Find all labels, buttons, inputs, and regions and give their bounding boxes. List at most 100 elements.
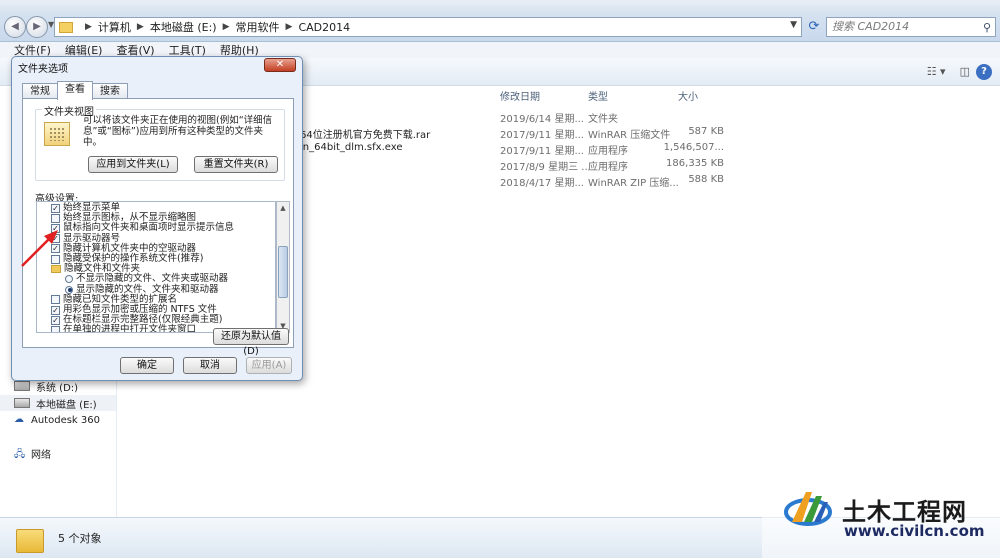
address-dropdown-icon[interactable]: ▼ <box>790 20 797 30</box>
folder-icon <box>16 529 44 553</box>
nav-item-network[interactable]: 🖧 网络 <box>14 445 51 461</box>
checkbox[interactable]: ✓ <box>51 315 60 325</box>
file-size: 587 KB <box>688 126 724 137</box>
file-type: WinRAR 压缩文件 <box>588 130 671 141</box>
chevron-right-icon: ▶ <box>285 22 293 32</box>
search-placeholder: 搜索 CAD2014 <box>832 20 910 33</box>
file-modified: 2017/9/11 星期... <box>500 130 584 141</box>
forward-button[interactable]: ▶ <box>26 16 48 38</box>
apply-button[interactable]: 应用(A) <box>246 357 292 374</box>
nav-item-drive-e[interactable]: 本地磁盘 (E:) <box>0 395 116 411</box>
watermark: 土木工程网 www.civilcn.com <box>762 452 1000 558</box>
setting-label: 不显示隐藏的文件、文件夹或驱动器 <box>76 273 229 285</box>
breadcrumb: ▶ 计算机 ▶ 本地磁盘 (E:) ▶ 常用软件 ▶ CAD2014 <box>79 19 350 35</box>
file-row[interactable]: 2019/6/14 星期... 文件夹 <box>300 108 1000 125</box>
file-size: 588 KB <box>688 174 724 185</box>
scroll-up-icon[interactable]: ▲ <box>277 202 289 214</box>
window-title-strip <box>0 0 1000 14</box>
checkbox[interactable] <box>51 213 60 223</box>
file-row[interactable]: 2018/4/17 星期... WinRAR ZIP 压缩... 588 KB <box>300 172 1000 189</box>
checkbox[interactable]: ✓ <box>51 223 60 233</box>
file-name: 64位注册机官方免费下载.rar <box>300 130 431 141</box>
folder-icon <box>51 265 61 274</box>
breadcrumb-common-software[interactable]: 常用软件 <box>236 19 280 35</box>
reset-folders-button[interactable]: 重置文件夹(R) <box>194 156 278 173</box>
chevron-right-icon: ▶ <box>85 22 92 32</box>
file-modified: 2017/8/9 星期三 ... <box>500 162 591 173</box>
restore-defaults-button[interactable]: 还原为默认值(D) <box>213 328 289 357</box>
file-name: in_64bit_dlm.sfx.exe <box>300 142 403 153</box>
file-size: 1,546,507... <box>663 142 724 153</box>
search-input[interactable]: 搜索 CAD2014 ⚲ <box>826 17 996 37</box>
file-type: 应用程序 <box>588 162 628 173</box>
network-icon: 🖧 <box>14 449 26 460</box>
chevron-right-icon: ▶ <box>222 22 230 32</box>
file-row[interactable]: 64位注册机官方免费下载.rar 2017/9/11 星期... WinRAR … <box>300 124 1000 141</box>
radio-button[interactable] <box>65 275 73 284</box>
checkbox[interactable] <box>51 325 60 332</box>
back-button[interactable]: ◀ <box>4 16 26 38</box>
settings-scrollbar[interactable]: ▲ ▼ <box>276 201 290 333</box>
close-icon[interactable]: ✕ <box>264 58 296 72</box>
breadcrumb-drive-e[interactable]: 本地磁盘 (E:) <box>150 19 217 35</box>
checkbox[interactable] <box>51 295 60 305</box>
address-bar-area: ◀ ▶ ▼ ▶ 计算机 ▶ 本地磁盘 (E:) ▶ 常用软件 ▶ CAD2014… <box>0 0 1000 42</box>
file-type: WinRAR ZIP 压缩... <box>588 178 679 189</box>
nav-item-label: 本地磁盘 (E:) <box>36 399 97 411</box>
setting-row[interactable]: 在单独的进程中打开文件夹窗口 <box>51 324 197 333</box>
nav-item-label: 网络 <box>31 449 51 461</box>
setting-label: 鼠标指向文件夹和桌面项时显示提示信息 <box>63 222 235 234</box>
hard-drive-icon <box>14 398 30 408</box>
hard-drive-icon <box>14 381 30 391</box>
nav-item-autodesk-360[interactable]: ☁ Autodesk 360 <box>14 412 100 428</box>
tab-view[interactable]: 查看 <box>57 81 93 100</box>
preview-pane-icon[interactable]: ◫ <box>960 65 970 78</box>
change-view-icon[interactable]: ☷ ▾ <box>927 65 946 78</box>
group-description: 可以将该文件夹正在使用的视图(例如“详细信息”或“图标”)应用到所有这种类型的文… <box>83 115 273 148</box>
file-size: 186,335 KB <box>666 158 724 169</box>
file-row[interactable]: in_64bit_dlm.sfx.exe 2017/9/11 星期... 应用程… <box>300 140 1000 157</box>
column-headers: 修改日期 类型 大小 <box>300 86 1000 104</box>
ok-button[interactable]: 确定 <box>120 357 174 374</box>
radio-button[interactable] <box>65 285 73 294</box>
item-count: 5 个对象 <box>58 532 102 545</box>
checkbox[interactable]: ✓ <box>51 244 60 254</box>
checkbox[interactable]: ✓ <box>51 305 60 315</box>
file-modified: 2017/9/11 星期... <box>500 146 584 157</box>
cancel-button[interactable]: 取消 <box>183 357 237 374</box>
view-buttons: ☷ ▾ ◫ <box>927 65 970 78</box>
scroll-thumb[interactable] <box>278 246 288 298</box>
file-row[interactable]: 2017/8/9 星期三 ... 应用程序 186,335 KB <box>300 156 1000 173</box>
help-icon[interactable]: ? <box>976 64 992 80</box>
checkbox[interactable] <box>51 254 60 264</box>
folder-icon <box>59 21 73 33</box>
column-type[interactable]: 类型 <box>588 88 608 103</box>
folder-options-dialog: 文件夹选项 ✕ 常规 查看 搜索 文件夹视图 可以将该文件夹正在使用的视图(例如… <box>11 56 303 381</box>
breadcrumb-computer[interactable]: 计算机 <box>98 19 131 35</box>
folder-views-group: 文件夹视图 可以将该文件夹正在使用的视图(例如“详细信息”或“图标”)应用到所有… <box>35 103 285 181</box>
nav-item-label: Autodesk 360 <box>31 414 100 426</box>
cloud-drive-icon: ☁ <box>14 414 24 425</box>
file-type: 应用程序 <box>588 146 628 157</box>
file-modified: 2019/6/14 星期... <box>500 114 584 125</box>
refresh-icon[interactable]: ⟳ <box>805 18 823 36</box>
apply-to-folders-button[interactable]: 应用到文件夹(L) <box>88 156 178 173</box>
column-modified[interactable]: 修改日期 <box>500 88 540 103</box>
column-size[interactable]: 大小 <box>678 88 698 103</box>
setting-label: 在单独的进程中打开文件夹窗口 <box>63 324 197 333</box>
breadcrumb-cad2014[interactable]: CAD2014 <box>298 21 350 34</box>
back-arrow-icon: ◀ <box>11 21 19 32</box>
dialog-tabs: 常规 查看 搜索 <box>22 81 128 100</box>
checkbox[interactable]: ✓ <box>51 234 60 244</box>
view-tab-panel: 文件夹视图 可以将该文件夹正在使用的视图(例如“详细信息”或“图标”)应用到所有… <box>22 98 294 357</box>
file-type: 文件夹 <box>588 114 618 125</box>
file-modified: 2018/4/17 星期... <box>500 178 584 189</box>
setting-row[interactable]: 不显示隐藏的文件、文件夹或驱动器 <box>65 274 228 284</box>
search-icon[interactable]: ⚲ <box>983 19 991 37</box>
civilcn-logo-icon <box>784 492 832 526</box>
setting-row[interactable]: ✓ 鼠标指向文件夹和桌面项时显示提示信息 <box>51 223 234 233</box>
checkbox[interactable]: ✓ <box>51 203 60 213</box>
address-field[interactable]: ▶ 计算机 ▶ 本地磁盘 (E:) ▶ 常用软件 ▶ CAD2014 ▼ <box>54 17 802 37</box>
advanced-settings-list: ✓ 始终显示菜单 始终显示图标，从不显示缩略图 ✓ 鼠标指向文件夹和桌面项时显示提示信息… <box>36 201 276 333</box>
forward-arrow-icon: ▶ <box>33 21 41 32</box>
